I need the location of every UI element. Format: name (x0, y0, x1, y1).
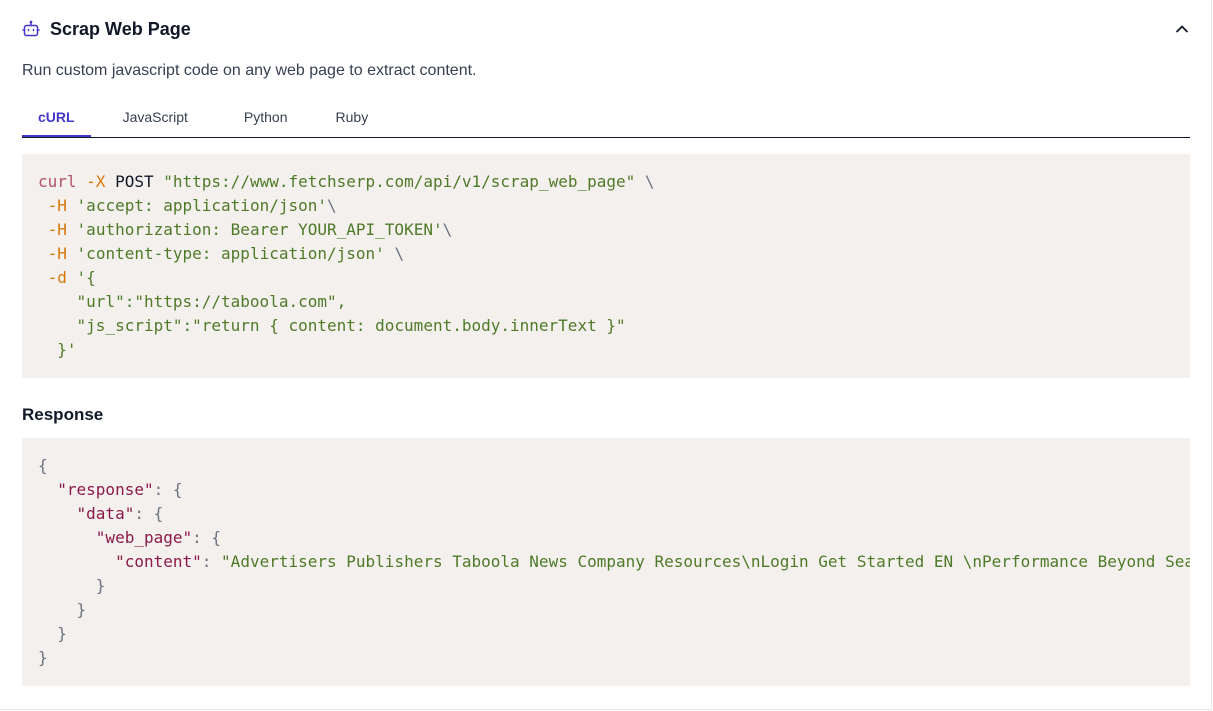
code-token: }' (57, 340, 77, 359)
response-code-block: { "response": { "data": { "web_page": { … (22, 438, 1190, 686)
code-token: : (192, 528, 202, 547)
code-token: POST (115, 172, 154, 191)
response-heading: Response (22, 405, 104, 424)
language-tabs: cURL JavaScript Python Ruby (22, 100, 1190, 138)
code-token: curl (38, 172, 77, 191)
tab-javascript[interactable]: JavaScript (91, 100, 220, 136)
code-token: } (38, 648, 48, 667)
api-example-panel: Scrap Web Page Run custom javascript cod… (0, 0, 1212, 710)
chevron-up-icon[interactable] (1174, 21, 1190, 37)
code-token: "data" (76, 504, 135, 523)
code-token: : (134, 504, 144, 523)
robot-icon (22, 20, 40, 38)
code-token: } (95, 576, 106, 595)
description: Run custom javascript code on any web pa… (22, 62, 477, 79)
code-token: "https://www.fetchserp.com/api/v1/scrap_… (163, 172, 636, 191)
code-token: 'content-type: application/json' (76, 244, 385, 263)
code-token: 'accept: application/json' (76, 196, 327, 215)
code-token: -X (86, 172, 106, 191)
code-token: "url":"https://taboola.com", (76, 292, 347, 311)
code-token: 'authorization: Bearer YOUR_API_TOKEN' (76, 220, 443, 239)
code-token: \ (394, 244, 405, 263)
code-token: -d (47, 268, 67, 287)
code-token: -H (47, 244, 67, 263)
code-token: { (211, 528, 222, 547)
code-token: : (153, 480, 164, 499)
code-token: -H (47, 220, 67, 239)
page-title: Scrap Web Page (50, 18, 191, 39)
code-token: } (57, 624, 67, 643)
code-token: { (153, 504, 164, 523)
code-token: } (76, 600, 87, 619)
tab-python[interactable]: Python (220, 100, 312, 136)
code-token: "content" (115, 552, 202, 571)
panel-header[interactable]: Scrap Web Page (22, 16, 1190, 42)
code-token: \ (644, 172, 655, 191)
code-token: "js_script":"return { content: document.… (76, 316, 626, 335)
code-token: '{ (76, 268, 96, 287)
code-token: \ (442, 220, 453, 239)
code-token: : (201, 552, 212, 571)
tab-ruby[interactable]: Ruby (312, 100, 393, 136)
code-token: { (172, 480, 183, 499)
code-token: "Advertisers Publishers Taboola News Com… (221, 552, 1190, 571)
code-token: "response" (57, 480, 154, 499)
code-token: -H (47, 196, 67, 215)
code-token: { (38, 456, 48, 475)
code-token: \ (327, 196, 337, 215)
request-code-block: curl -X POST "https://www.fetchserp.com/… (22, 154, 1190, 378)
tab-curl[interactable]: cURL (22, 100, 91, 137)
code-token: "web_page" (95, 528, 193, 547)
